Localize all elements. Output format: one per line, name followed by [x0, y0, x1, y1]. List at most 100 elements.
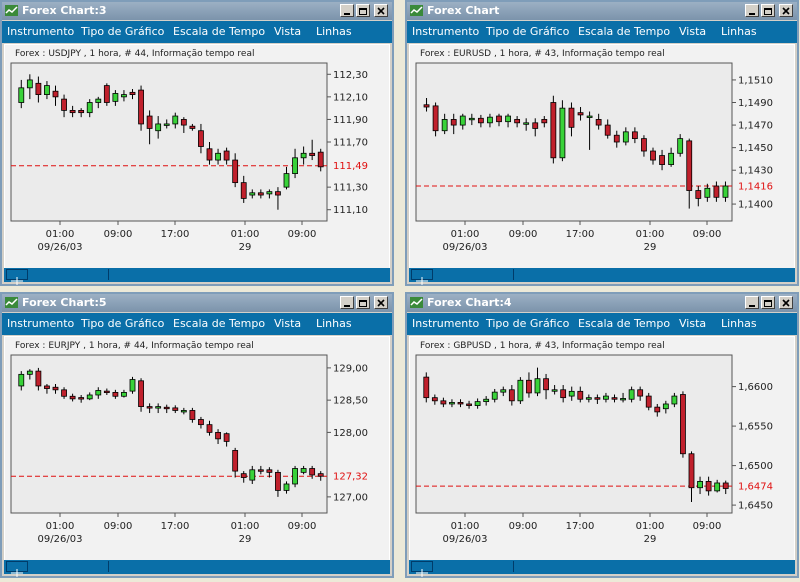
menu-item-4[interactable]: Linhas — [316, 25, 352, 38]
minimize-button[interactable] — [745, 4, 759, 17]
candle-body — [121, 392, 127, 397]
crosshair-icon[interactable] — [411, 561, 433, 577]
title-bar[interactable]: Forex Chart:4 — [407, 294, 797, 312]
candle-body — [604, 124, 611, 136]
time-tick-label: 09:00 — [104, 229, 133, 240]
menu-item-3[interactable]: Vista — [679, 317, 706, 330]
candle-body — [654, 406, 661, 413]
status-bar — [4, 268, 390, 285]
menu-item-1[interactable]: Tipo de Gráfico — [486, 317, 569, 330]
candle-body — [146, 406, 153, 409]
menu-item-0[interactable]: Instrumento — [412, 25, 479, 38]
price-tick-label: 128,00 — [333, 428, 368, 439]
candle-body — [550, 102, 557, 159]
menu-item-0[interactable]: Instrumento — [7, 317, 74, 330]
candle-body — [240, 473, 247, 478]
menu-item-0[interactable]: Instrumento — [412, 317, 479, 330]
time-tick-label: 09:00 — [104, 521, 133, 532]
date-label-right: 29 — [644, 534, 657, 545]
crosshair-icon[interactable] — [6, 269, 28, 285]
crosshair-icon[interactable] — [411, 269, 433, 285]
maximize-button[interactable] — [356, 4, 370, 17]
candle-body — [18, 87, 25, 103]
menu-item-4[interactable]: Linhas — [721, 317, 757, 330]
candle-body — [112, 93, 119, 102]
candle-body — [18, 373, 25, 387]
candle-body — [523, 122, 530, 125]
candle — [103, 83, 110, 106]
candle-body — [459, 115, 466, 126]
candle-body — [52, 90, 59, 98]
candle-body — [431, 397, 438, 402]
candle-body — [641, 138, 647, 152]
maximize-button[interactable] — [761, 296, 775, 309]
menu-item-4[interactable]: Linhas — [316, 317, 352, 330]
close-button[interactable] — [374, 4, 388, 17]
close-button[interactable] — [374, 296, 388, 309]
menu-item-3[interactable]: Vista — [274, 25, 301, 38]
menu-item-1[interactable]: Tipo de Gráfico — [486, 25, 569, 38]
candle-body — [468, 117, 475, 121]
title-bar[interactable]: Forex Chart — [407, 2, 797, 20]
menu-item-2[interactable]: Escala de Tempo — [173, 317, 265, 330]
candle-body — [585, 397, 592, 400]
window-title: Forex Chart:4 — [427, 296, 512, 309]
time-tick-label: 01:00 — [451, 521, 480, 532]
plot-frame — [10, 62, 328, 222]
crosshair-icon[interactable] — [6, 561, 28, 577]
date-label-left: 09/26/03 — [443, 534, 488, 545]
menu-item-2[interactable]: Escala de Tempo — [578, 25, 670, 38]
menu-item-4[interactable]: Linhas — [721, 25, 757, 38]
title-bar[interactable]: Forex Chart:3 — [2, 2, 392, 20]
price-tick-label: 127,00 — [333, 492, 368, 503]
close-button[interactable] — [779, 4, 793, 17]
minimize-button[interactable] — [340, 296, 354, 309]
menu-item-2[interactable]: Escala de Tempo — [173, 25, 265, 38]
menu-item-1[interactable]: Tipo de Gráfico — [81, 317, 164, 330]
candle-body — [61, 98, 67, 111]
candle-body — [594, 397, 601, 400]
menu-item-2[interactable]: Escala de Tempo — [578, 317, 670, 330]
status-bar — [409, 560, 795, 577]
candle-body — [714, 482, 721, 492]
menu-item-1[interactable]: Tipo de Gráfico — [81, 25, 164, 38]
candle-body — [688, 453, 695, 489]
status-divider — [513, 269, 514, 280]
instrument-info: Forex : GBPUSD , 1 hora, # 43, Informaçã… — [420, 341, 665, 351]
candle-body — [496, 115, 502, 123]
candle-body — [198, 130, 204, 147]
menu-item-3[interactable]: Vista — [274, 317, 301, 330]
window-title: Forex Chart — [427, 4, 500, 17]
menu-bar: Instrumento Tipo de Gráfico Escala de Temp… — [2, 21, 392, 43]
candle-body — [568, 107, 575, 128]
time-tick-label: 01:00 — [231, 521, 260, 532]
candle-body — [586, 115, 593, 118]
candle-body — [266, 191, 273, 195]
menu-bar: Instrumento Tipo de Gráfico Escala de Temp… — [407, 21, 797, 43]
candle-body — [163, 123, 170, 126]
maximize-button[interactable] — [356, 296, 370, 309]
chart-area[interactable]: Forex : EURUSD , 1 hora, # 43, Informaçã… — [409, 44, 795, 270]
candle-body — [129, 91, 136, 96]
minimize-button[interactable] — [745, 296, 759, 309]
candle-body — [300, 468, 307, 473]
chart-area[interactable]: Forex : EURJPY , 1 hora, # 44, Informaçã… — [4, 336, 390, 562]
maximize-button[interactable] — [761, 4, 775, 17]
chart-area[interactable]: Forex : GBPUSD , 1 hora, # 43, Informaçã… — [409, 336, 795, 562]
status-divider — [513, 561, 514, 572]
menu-item-3[interactable]: Vista — [679, 25, 706, 38]
price-tick-label: 111,70 — [333, 138, 368, 149]
minimize-button[interactable] — [340, 4, 354, 17]
chart-area[interactable]: Forex : USDJPY , 1 hora, # 44, Informaçã… — [4, 44, 390, 270]
menu-item-0[interactable]: Instrumento — [7, 25, 74, 38]
time-tick-label: 17:00 — [161, 229, 190, 240]
candle-body — [69, 110, 76, 114]
minimize-icon — [749, 13, 755, 15]
close-button[interactable] — [779, 296, 793, 309]
title-bar[interactable]: Forex Chart:5 — [2, 294, 392, 312]
candle-body — [292, 157, 298, 175]
candle-body — [257, 192, 264, 196]
candle — [138, 378, 144, 412]
candlestick-chart: Forex : GBPUSD , 1 hora, # 43, Informaçã… — [415, 341, 773, 545]
candlestick-chart: Forex : USDJPY , 1 hora, # 44, Informaçã… — [10, 49, 368, 253]
